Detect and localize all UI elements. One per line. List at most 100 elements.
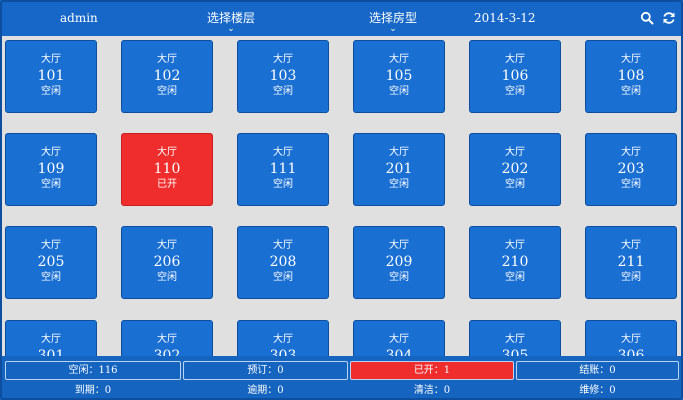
- room-type: 大厅: [157, 54, 177, 65]
- summary-repair: 维修：0: [579, 385, 616, 396]
- room-number: 211: [617, 254, 645, 270]
- room-status: 空闲: [157, 86, 177, 97]
- room-tile[interactable]: 大厅 202 空闲: [469, 133, 561, 206]
- room-type: 大厅: [273, 54, 293, 65]
- room-status: 空闲: [505, 86, 525, 97]
- refresh-icon[interactable]: [662, 11, 676, 25]
- room-type-select[interactable]: 选择房型 ⌄: [369, 9, 418, 34]
- room-number: 210: [501, 254, 529, 270]
- room-tile[interactable]: 大厅 109 空闲: [5, 133, 97, 206]
- room-number: 302: [153, 348, 181, 356]
- room-type: 大厅: [621, 54, 641, 65]
- room-tile[interactable]: 大厅 209 空闲: [353, 226, 445, 299]
- room-tile[interactable]: 大厅 306: [585, 320, 677, 356]
- room-type: 大厅: [505, 54, 525, 65]
- room-tile[interactable]: 大厅 111 空闲: [237, 133, 329, 206]
- room-number: 306: [617, 348, 645, 356]
- room-tile[interactable]: 大厅 305: [469, 320, 561, 356]
- room-type: 大厅: [505, 334, 525, 345]
- room-tile[interactable]: 大厅 101 空闲: [5, 40, 97, 113]
- summary-opened: 已开：1: [350, 361, 514, 380]
- room-type: 大厅: [41, 147, 61, 158]
- room-number: 108: [617, 68, 645, 84]
- room-tile[interactable]: 大厅 103 空闲: [237, 40, 329, 113]
- room-type: 大厅: [505, 147, 525, 158]
- user-name: admin: [60, 11, 98, 25]
- room-number: 202: [501, 161, 529, 177]
- room-type: 大厅: [389, 334, 409, 345]
- room-status: 空闲: [389, 179, 409, 190]
- room-status: 空闲: [157, 272, 177, 283]
- room-type: 大厅: [621, 334, 641, 345]
- room-number: 206: [153, 254, 181, 270]
- top-bar: admin 选择楼层 ⌄ 选择房型 ⌄ 2014-3-12: [2, 2, 681, 36]
- room-number: 201: [385, 161, 413, 177]
- room-tile[interactable]: 大厅 108 空闲: [585, 40, 677, 113]
- room-status: 空闲: [621, 179, 641, 190]
- room-number: 102: [153, 68, 181, 84]
- room-status: 空闲: [273, 86, 293, 97]
- room-status: 空闲: [273, 272, 293, 283]
- room-type: 大厅: [157, 240, 177, 251]
- floor-select-label: 选择楼层: [207, 11, 256, 25]
- room-type: 大厅: [621, 147, 641, 158]
- room-number: 110: [153, 161, 181, 177]
- room-tile[interactable]: 大厅 102 空闲: [121, 40, 213, 113]
- room-status: 空闲: [41, 272, 61, 283]
- room-number: 106: [501, 68, 529, 84]
- chevron-down-icon: ⌄: [227, 24, 235, 34]
- room-tile[interactable]: 大厅 303: [237, 320, 329, 356]
- room-tile[interactable]: 大厅 206 空闲: [121, 226, 213, 299]
- room-status: 空闲: [505, 179, 525, 190]
- room-type: 大厅: [389, 240, 409, 251]
- room-tile[interactable]: 大厅 106 空闲: [469, 40, 561, 113]
- room-tile[interactable]: 大厅 205 空闲: [5, 226, 97, 299]
- room-tile[interactable]: 大厅 301: [5, 320, 97, 356]
- room-status: 空闲: [389, 272, 409, 283]
- summary-reserved: 预订：0: [183, 361, 348, 380]
- room-tile[interactable]: 大厅 110 已开: [121, 133, 213, 206]
- room-tile[interactable]: 大厅 211 空闲: [585, 226, 677, 299]
- room-tile[interactable]: 大厅 302: [121, 320, 213, 356]
- room-tile[interactable]: 大厅 201 空闲: [353, 133, 445, 206]
- room-type: 大厅: [41, 334, 61, 345]
- room-number: 301: [37, 348, 65, 356]
- search-icon[interactable]: [640, 11, 654, 25]
- room-type: 大厅: [41, 54, 61, 65]
- room-number: 105: [385, 68, 413, 84]
- room-type: 大厅: [41, 240, 61, 251]
- room-number: 304: [385, 348, 413, 356]
- status-summary: 空闲：116 预订：0 已开：1 结账：0 到期：0 逾期：0 清洁：0 维修：…: [2, 358, 681, 398]
- room-tile[interactable]: 大厅 208 空闲: [237, 226, 329, 299]
- room-type-select-label: 选择房型: [369, 11, 418, 25]
- room-tile[interactable]: 大厅 304: [353, 320, 445, 356]
- room-type: 大厅: [273, 334, 293, 345]
- room-number: 109: [37, 161, 65, 177]
- room-tile[interactable]: 大厅 105 空闲: [353, 40, 445, 113]
- floor-select[interactable]: 选择楼层 ⌄: [207, 9, 256, 34]
- room-status: 已开: [157, 179, 177, 190]
- room-number: 208: [269, 254, 297, 270]
- summary-cleaning: 清洁：0: [413, 385, 451, 396]
- room-number: 305: [501, 348, 529, 356]
- current-date: 2014-3-12: [474, 11, 536, 25]
- room-number: 209: [385, 254, 413, 270]
- app-window: admin 选择楼层 ⌄ 选择房型 ⌄ 2014-3-12 大厅 101 空闲 大厅 1: [0, 0, 683, 400]
- room-status: 空闲: [41, 179, 61, 190]
- room-grid: 大厅 101 空闲 大厅 102 空闲 大厅 103 空闲 大厅 105 空闲 大厅 106 空闲 大厅 108…: [2, 36, 681, 356]
- room-tile[interactable]: 大厅 203 空闲: [585, 133, 677, 206]
- room-tile[interactable]: 大厅 210 空闲: [469, 226, 561, 299]
- room-status: 空闲: [41, 86, 61, 97]
- room-status: 空闲: [273, 179, 293, 190]
- room-number: 203: [617, 161, 645, 177]
- room-type: 大厅: [273, 240, 293, 251]
- chevron-down-icon: ⌄: [389, 24, 397, 34]
- summary-overdue: 逾期：0: [247, 385, 284, 396]
- room-type: 大厅: [157, 334, 177, 345]
- room-status: 空闲: [389, 86, 409, 97]
- room-type: 大厅: [157, 147, 177, 158]
- room-type: 大厅: [389, 147, 409, 158]
- summary-due: 到期：0: [74, 385, 112, 396]
- summary-free: 空闲：116: [5, 361, 181, 380]
- room-type: 大厅: [273, 147, 293, 158]
